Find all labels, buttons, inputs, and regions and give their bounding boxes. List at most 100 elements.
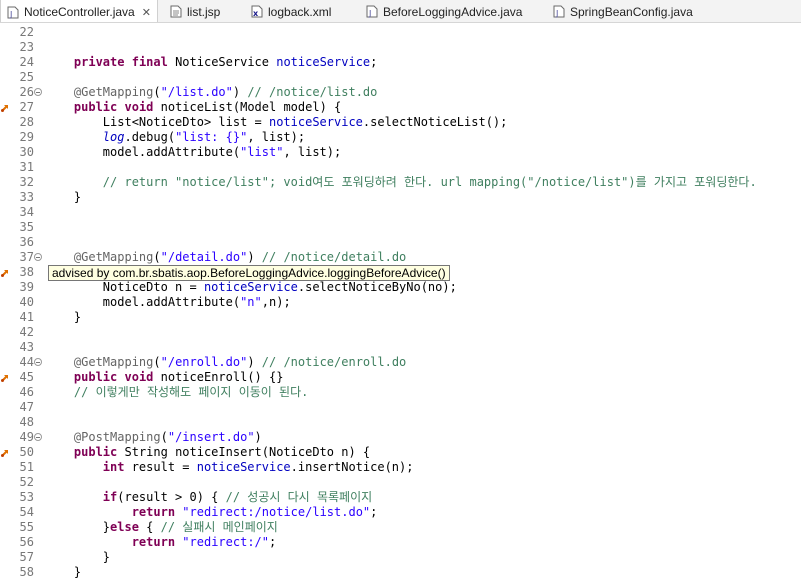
code-line[interactable]: 31 bbox=[0, 160, 801, 175]
code-line[interactable]: 53 if(result > 0) { // 성공시 다시 목록페이지 bbox=[0, 490, 801, 505]
tab-spring-bean-config[interactable]: J SpringBeanConfig.java bbox=[553, 0, 693, 22]
tab-notice-controller[interactable]: J NoticeController.java ✕ bbox=[0, 0, 158, 22]
line-number: 53 bbox=[19, 490, 34, 504]
line-number: 31 bbox=[19, 160, 34, 174]
code-line[interactable]: 37 @GetMapping("/detail.do") // /notice/… bbox=[0, 250, 801, 265]
line-number: 49 bbox=[19, 430, 34, 444]
tab-label: list.jsp bbox=[187, 4, 221, 19]
code-line[interactable]: 48 bbox=[0, 415, 801, 430]
code-line[interactable]: 51 int result = noticeService.insertNoti… bbox=[0, 460, 801, 475]
code-line[interactable]: 27 public void noticeList(Model model) { bbox=[0, 100, 801, 115]
xml-file-icon: x bbox=[251, 5, 263, 18]
code-line[interactable]: 41 } bbox=[0, 310, 801, 325]
line-number: 40 bbox=[19, 295, 34, 309]
code-text: List<NoticeDto> list = noticeService.sel… bbox=[45, 115, 508, 129]
code-line[interactable]: 22 bbox=[0, 25, 801, 40]
code-text: if(result > 0) { // 성공시 다시 목록페이지 bbox=[102, 490, 373, 504]
java-file-icon: J bbox=[366, 5, 378, 18]
line-number: 24 bbox=[19, 55, 34, 69]
code-text: int result = noticeService.insertNotice(… bbox=[102, 460, 414, 474]
advice-marker-icon[interactable] bbox=[0, 102, 11, 113]
close-tab-icon[interactable]: ✕ bbox=[142, 6, 151, 19]
code-text: } bbox=[45, 190, 82, 204]
svg-text:J: J bbox=[9, 10, 12, 19]
java-file-icon: J bbox=[7, 6, 19, 19]
code-line[interactable]: 25 bbox=[0, 70, 801, 85]
code-line[interactable]: 40 model.addAttribute("n",n); bbox=[0, 295, 801, 310]
line-number: 28 bbox=[19, 115, 34, 129]
tab-list-jsp[interactable]: list.jsp bbox=[170, 0, 221, 22]
code-line[interactable]: 28 List<NoticeDto> list = noticeService.… bbox=[0, 115, 801, 130]
line-number: 46 bbox=[19, 385, 34, 399]
advice-marker-icon[interactable] bbox=[0, 447, 11, 458]
code-text: return "redirect:/"; bbox=[131, 535, 277, 549]
code-line[interactable]: 32 // return "notice/list"; void여도 포워딩하려… bbox=[0, 175, 801, 190]
code-line[interactable]: 43 bbox=[0, 340, 801, 355]
code-line[interactable]: 49 @PostMapping("/insert.do") bbox=[0, 430, 801, 445]
svg-text:x: x bbox=[253, 9, 259, 18]
code-text: public void noticeList(Model model) { bbox=[73, 100, 342, 114]
line-number: 30 bbox=[19, 145, 34, 159]
code-text: @GetMapping("/list.do") // /notice/list.… bbox=[73, 85, 378, 99]
code-text: model.addAttribute("n",n); bbox=[45, 295, 291, 309]
code-line[interactable]: 24 private final NoticeService noticeSer… bbox=[0, 55, 801, 70]
code-line[interactable]: 46 // 이렇게만 작성해도 페이지 이동이 된다. bbox=[0, 385, 801, 400]
code-line[interactable]: 29 log.debug("list: {}", list); bbox=[0, 130, 801, 145]
code-line[interactable]: 56 return "redirect:/"; bbox=[0, 535, 801, 550]
line-number: 43 bbox=[19, 340, 34, 354]
line-number: 22 bbox=[19, 25, 34, 39]
code-line[interactable]: 50 public String noticeInsert(NoticeDto … bbox=[0, 445, 801, 460]
fold-toggle-icon[interactable] bbox=[34, 253, 42, 261]
code-text: log.debug("list: {}", list); bbox=[102, 130, 306, 144]
code-line[interactable]: 35 bbox=[0, 220, 801, 235]
fold-toggle-icon[interactable] bbox=[34, 433, 42, 441]
line-number: 54 bbox=[19, 505, 34, 519]
tab-label: logback.xml bbox=[268, 4, 332, 19]
line-number: 56 bbox=[19, 535, 34, 549]
code-editor[interactable]: 22 23 24 private final NoticeService notic… bbox=[0, 23, 801, 583]
code-line[interactable]: 26 @GetMapping("/list.do") // /notice/li… bbox=[0, 85, 801, 100]
code-line[interactable]: 34 bbox=[0, 205, 801, 220]
code-line[interactable]: 23 bbox=[0, 40, 801, 55]
code-line[interactable]: 54 return "redirect:/notice/list.do"; bbox=[0, 505, 801, 520]
advice-marker-icon[interactable] bbox=[0, 372, 11, 383]
tab-logback-xml[interactable]: x logback.xml bbox=[251, 0, 332, 22]
advice-marker-icon[interactable] bbox=[0, 267, 11, 278]
code-line[interactable]: 52 bbox=[0, 475, 801, 490]
svg-text:J: J bbox=[368, 9, 371, 18]
line-number: 23 bbox=[19, 40, 34, 54]
code-line[interactable]: 30 model.addAttribute("list", list); bbox=[0, 145, 801, 160]
fold-toggle-icon[interactable] bbox=[34, 358, 42, 366]
line-number: 37 bbox=[19, 250, 34, 264]
code-line[interactable]: 42 bbox=[0, 325, 801, 340]
line-number: 42 bbox=[19, 325, 34, 339]
line-number: 44 bbox=[19, 355, 34, 369]
code-line[interactable]: 55 }else { // 실패시 메인페이지 bbox=[0, 520, 801, 535]
line-number: 48 bbox=[19, 415, 34, 429]
line-number: 47 bbox=[19, 400, 34, 414]
tab-before-logging-advice[interactable]: J BeforeLoggingAdvice.java bbox=[366, 0, 523, 22]
code-line[interactable]: 44 @GetMapping("/enroll.do") // /notice/… bbox=[0, 355, 801, 370]
code-line[interactable]: 45 public void noticeEnroll() {} bbox=[0, 370, 801, 385]
line-number: 58 bbox=[19, 565, 34, 579]
code-line[interactable]: 58 } bbox=[0, 565, 801, 580]
code-line[interactable]: 39 NoticeDto n = noticeService.selectNot… bbox=[0, 280, 801, 295]
code-text: @GetMapping("/detail.do") // /notice/det… bbox=[73, 250, 407, 264]
tab-label: BeforeLoggingAdvice.java bbox=[383, 4, 523, 19]
tab-label: NoticeController.java bbox=[24, 5, 135, 19]
line-number: 50 bbox=[19, 445, 34, 459]
code-text: public void noticeEnroll() {} bbox=[73, 370, 284, 384]
code-text: } bbox=[45, 550, 111, 564]
line-number: 27 bbox=[19, 100, 34, 114]
line-number: 26 bbox=[19, 85, 34, 99]
code-line[interactable]: 36 bbox=[0, 235, 801, 250]
code-line[interactable]: 33 } bbox=[0, 190, 801, 205]
code-line[interactable]: 47 bbox=[0, 400, 801, 415]
code-text: @PostMapping("/insert.do") bbox=[73, 430, 262, 444]
code-line[interactable]: 57 } bbox=[0, 550, 801, 565]
line-number: 41 bbox=[19, 310, 34, 324]
fold-toggle-icon[interactable] bbox=[34, 88, 42, 96]
editor-tab-bar: J NoticeController.java ✕ list.jsp x log… bbox=[0, 0, 801, 23]
advice-tooltip: advised by com.br.sbatis.aop.BeforeLoggi… bbox=[48, 265, 450, 281]
line-number: 52 bbox=[19, 475, 34, 489]
